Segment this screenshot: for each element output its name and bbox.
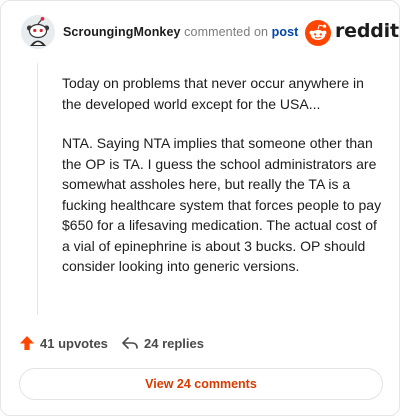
- comment-paragraph: Today on problems that never occur anywh…: [62, 75, 364, 112]
- avatar[interactable]: [21, 15, 55, 49]
- replies-button[interactable]: 24 replies: [121, 333, 204, 353]
- comment-actions: 41 upvotes 24 replies: [19, 333, 379, 353]
- username-link[interactable]: ScroungingMonkey: [63, 25, 181, 39]
- comment-header: ScroungingMonkey commented on post reddi…: [21, 15, 399, 51]
- comment-body: Today on problems that never occur anywh…: [62, 73, 384, 296]
- snoo-avatar-icon: [21, 15, 55, 49]
- upvote-count: 41 upvotes: [40, 335, 108, 351]
- upvote-button[interactable]: 41 upvotes: [19, 333, 108, 353]
- reddit-wordmark: reddit: [335, 20, 399, 42]
- reddit-logo[interactable]: reddit: [305, 17, 399, 47]
- thread-line: [37, 63, 38, 315]
- comment-paragraph: NTA. Saying NTA implies that someone oth…: [62, 135, 382, 274]
- view-comments-button[interactable]: View 24 comments: [19, 368, 383, 400]
- upvote-arrow-icon: [20, 336, 34, 350]
- post-link[interactable]: post: [272, 25, 299, 39]
- comment-meta: ScroungingMonkey commented on post: [63, 25, 298, 39]
- reddit-alien-icon: [305, 20, 331, 46]
- reply-arrow-icon: [122, 337, 138, 349]
- reply-count: 24 replies: [144, 335, 204, 351]
- commented-on-label: commented on: [184, 25, 269, 39]
- comment-card: ScroungingMonkey commented on post reddi…: [0, 0, 400, 416]
